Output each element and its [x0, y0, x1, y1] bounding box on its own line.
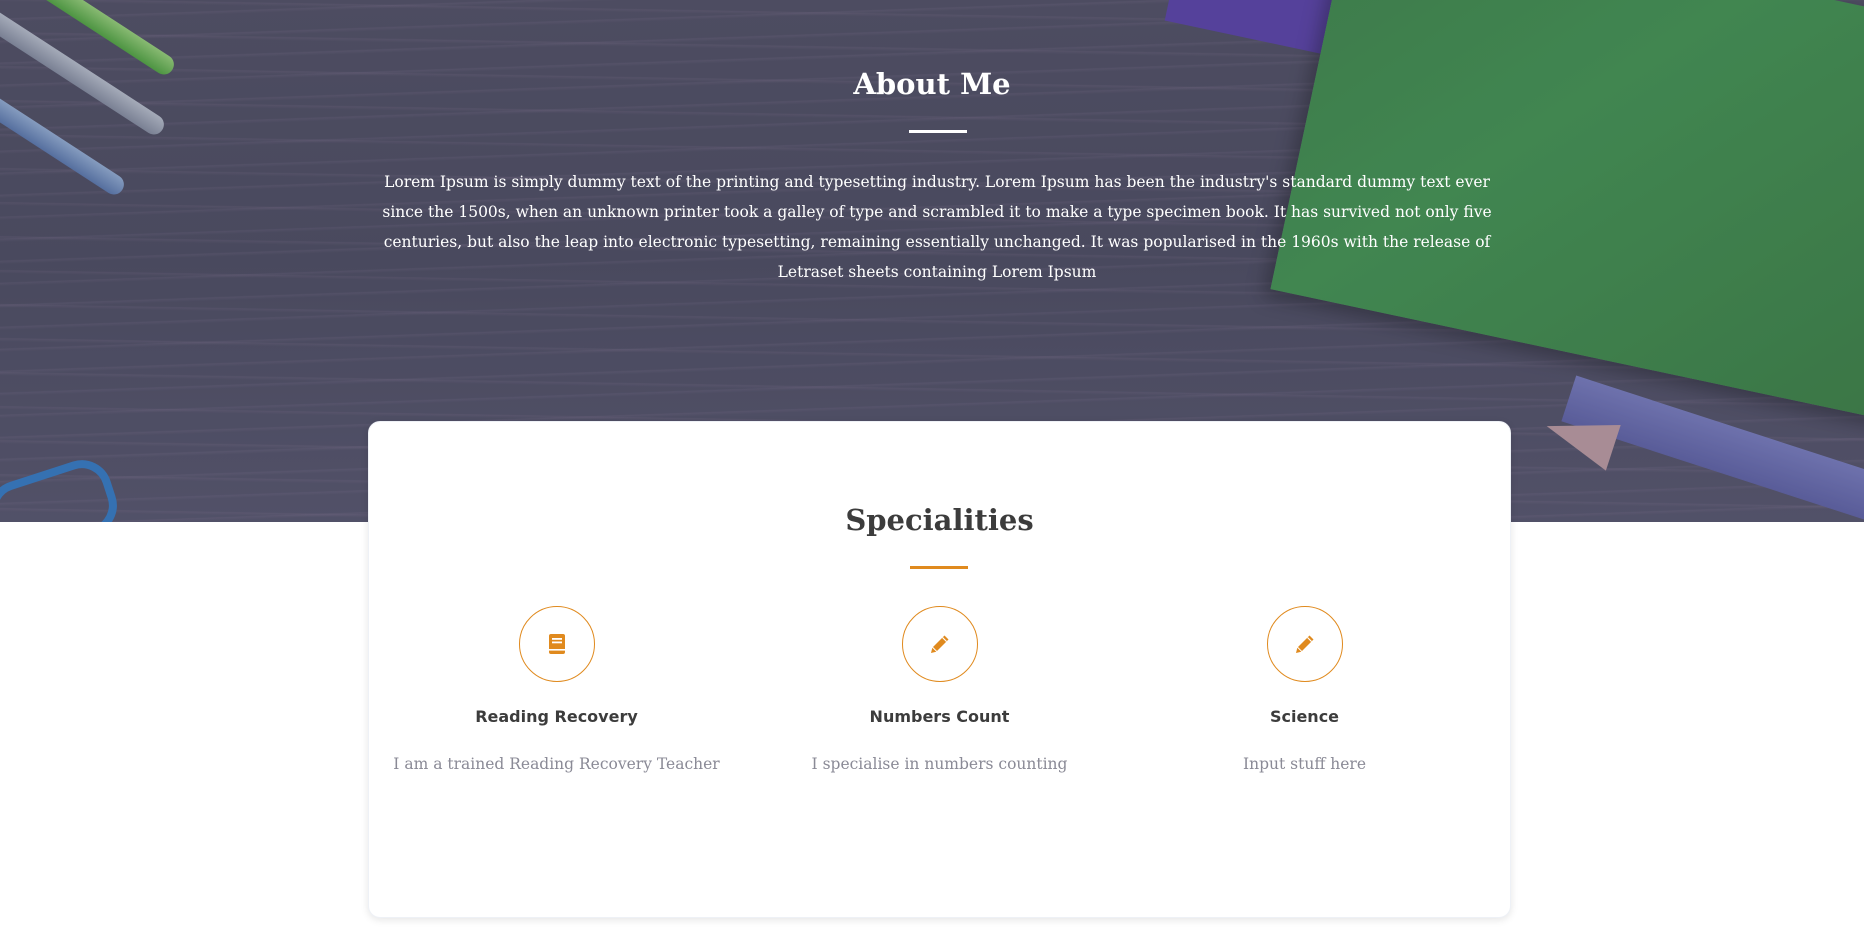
speciality-item-reading-recovery: Reading Recovery I am a trained Reading …: [374, 606, 739, 775]
specialities-card: Specialities Reading Recovery I am a tra…: [368, 421, 1511, 918]
speciality-title: Science: [1269, 707, 1340, 726]
page: About Me Lorem Ipsum is simply dummy tex…: [0, 0, 1864, 938]
about-title-divider: [909, 130, 967, 133]
speciality-title: Reading Recovery: [475, 707, 638, 726]
speciality-description: Input stuff here: [1242, 755, 1366, 773]
specialities-title-divider: [910, 566, 968, 569]
speciality-description: I specialise in numbers counting: [811, 755, 1068, 773]
pencil-icon: [901, 606, 978, 682]
speciality-item-numbers-count: Numbers Count I specialise in numbers co…: [757, 606, 1122, 775]
speciality-description: I am a trained Reading Recovery Teacher: [393, 755, 720, 773]
about-text: Lorem Ipsum is simply dummy text of the …: [382, 173, 1492, 281]
book-icon: [518, 606, 595, 682]
pencil-icon: [1266, 606, 1343, 682]
speciality-title: Numbers Count: [869, 707, 1010, 726]
speciality-item-science: Science Input stuff here: [1122, 606, 1487, 775]
specialities-title: Specialities: [845, 503, 1034, 537]
about-title: About Me: [853, 67, 1011, 101]
